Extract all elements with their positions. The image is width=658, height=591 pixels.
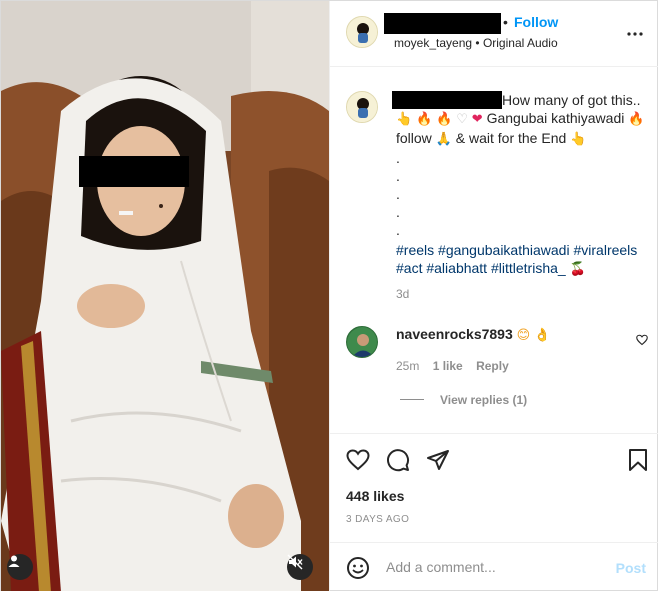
caption-follow-word: follow <box>396 130 432 146</box>
hashtag-link[interactable]: #act <box>396 260 422 276</box>
caption-line-2: 👆 🔥 🔥 ♡ ❤ Gangubai kathiyawadi 🔥 <box>396 109 654 129</box>
mute-button[interactable] <box>287 554 313 580</box>
hashtags-line-2: #act #aliabhatt #littletrisha_ 🍒 <box>396 259 654 279</box>
hashtags-line-1: #reels #gangubaikathiawadi #viralreels <box>396 241 654 259</box>
post-header: • Follow moyek_tayeng • Original Audio <box>330 1 658 67</box>
post-video[interactable] <box>1 1 329 591</box>
hashtag-link[interactable]: #littletrisha_ <box>491 260 566 276</box>
hashtag-link[interactable]: #reels <box>396 242 434 258</box>
comment-like-heart-icon[interactable] <box>636 334 648 346</box>
post-date[interactable]: 3 DAYS AGO <box>346 514 409 525</box>
bookmark-icon[interactable] <box>626 448 650 472</box>
caption-wait-text: & wait for the End <box>455 130 567 146</box>
replies-divider <box>400 399 424 400</box>
post-comment-button[interactable]: Post <box>616 560 646 576</box>
comment-icon[interactable] <box>386 448 410 472</box>
post-details-panel: • Follow moyek_tayeng • Original Audio H… <box>329 1 658 591</box>
video-frame-image <box>1 1 329 591</box>
pointing-hand-emoji: 👆 <box>396 112 413 127</box>
emoji-icon[interactable] <box>346 556 370 580</box>
fire-emoji: 🔥 <box>416 112 433 127</box>
instagram-post: • Follow moyek_tayeng • Original Audio H… <box>0 0 658 591</box>
caption-username-redaction <box>392 91 502 109</box>
caption-dot: . <box>396 150 400 166</box>
heart-icon[interactable] <box>346 448 370 472</box>
mute-icon <box>287 554 303 570</box>
white-heart-emoji: ♡ <box>456 112 468 127</box>
comment-meta: 25m 1 like Reply <box>396 359 509 373</box>
caption-line-3: follow 🙏 & wait for the End 👆 <box>396 129 654 149</box>
tagged-users-button[interactable] <box>7 554 33 580</box>
comment-username[interactable]: naveenrocks7893 <box>396 326 513 342</box>
cherries-emoji: 🍒 <box>569 262 586 277</box>
red-heart-emoji: ❤ <box>471 112 483 127</box>
caption-dot: . <box>396 186 400 202</box>
hashtag-link[interactable]: #viralreels <box>573 242 637 258</box>
face-redaction <box>79 156 189 187</box>
audio-label[interactable]: Original Audio <box>483 36 558 50</box>
commenter-avatar[interactable] <box>346 326 378 358</box>
add-comment-bar: Post <box>330 542 658 591</box>
fire-emoji: 🔥 <box>628 112 645 127</box>
hashtag-link[interactable]: #gangubaikathiawadi <box>438 242 570 258</box>
subline-separator: • <box>475 36 480 50</box>
post-actions <box>330 433 658 493</box>
caption-first-text: How many of got this.. <box>502 92 641 108</box>
user-tag-icon <box>8 555 20 567</box>
pointing-hand-emoji: 👆 <box>570 132 587 147</box>
caption-avatar-image <box>347 92 377 122</box>
header-dot: • <box>503 14 508 30</box>
hashtag-link[interactable]: #aliabhatt <box>426 260 487 276</box>
share-icon[interactable] <box>426 448 450 472</box>
reply-button[interactable]: Reply <box>476 359 509 373</box>
ok-hand-emoji: 👌 <box>534 328 551 343</box>
fire-emoji: 🔥 <box>436 112 453 127</box>
caption-movie: Gangubai kathiyawadi <box>486 110 625 126</box>
author-avatar-image <box>347 17 377 47</box>
audio-author[interactable]: moyek_tayeng <box>394 36 472 50</box>
username-redaction <box>384 13 501 34</box>
post-caption: 👆 🔥 🔥 ♡ ❤ Gangubai kathiyawadi 🔥 follow … <box>396 109 654 279</box>
likes-count[interactable]: 448 likes <box>346 488 404 504</box>
smile-emoji: 😊 <box>516 328 531 343</box>
pray-emoji: 🙏 <box>435 132 452 147</box>
follow-button[interactable]: Follow <box>514 14 558 30</box>
comment-time[interactable]: 25m <box>396 359 419 373</box>
comment-text-row: naveenrocks7893 😊 👌 <box>396 326 550 343</box>
author-avatar[interactable] <box>346 16 378 48</box>
caption-author-avatar[interactable] <box>346 91 378 123</box>
header-subline: moyek_tayeng • Original Audio <box>394 36 558 50</box>
caption-dot: . <box>396 204 400 220</box>
caption-dot: . <box>396 168 400 184</box>
caption-time[interactable]: 3d <box>396 287 409 301</box>
view-replies-button[interactable]: View replies (1) <box>440 393 527 407</box>
commenter-avatar-image <box>347 327 377 357</box>
more-options-icon[interactable] <box>626 25 644 43</box>
caption-dot: . <box>396 222 400 238</box>
comment-input[interactable] <box>386 559 586 575</box>
comment-likes[interactable]: 1 like <box>433 359 463 373</box>
